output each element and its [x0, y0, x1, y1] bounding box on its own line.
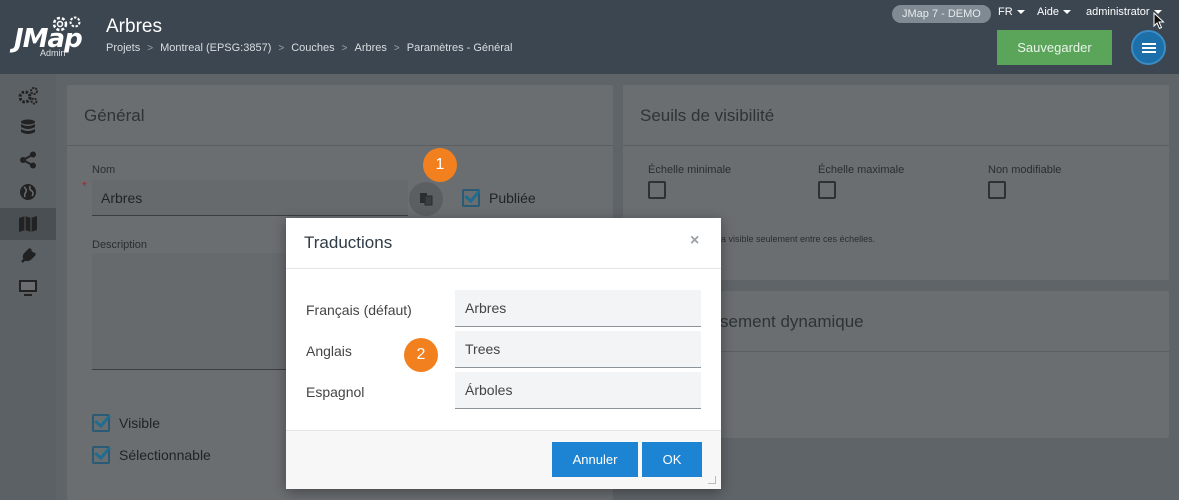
- close-icon[interactable]: ×: [690, 232, 699, 250]
- min-scale-label: Échelle minimale: [648, 164, 732, 176]
- map-icon: [19, 216, 37, 232]
- sidebar: [0, 74, 56, 500]
- jmap-logo[interactable]: JMap Admin: [14, 14, 88, 60]
- dialog-header: Traductions ×: [286, 218, 721, 269]
- spanish-input[interactable]: Árboles: [455, 372, 701, 409]
- gears-icon: [18, 87, 38, 105]
- sidebar-item-globe[interactable]: [0, 176, 56, 208]
- min-scale-checkbox[interactable]: [648, 181, 666, 199]
- chevron-right-icon: >: [278, 42, 285, 54]
- divider: [623, 145, 1169, 146]
- top-header: JMap Admin Arbres Projets > Montreal (EP…: [0, 0, 1179, 74]
- breadcrumb-current: Paramètres - Général: [406, 42, 513, 54]
- breadcrumb-projets[interactable]: Projets: [106, 42, 140, 54]
- sidebar-item-database[interactable]: [0, 112, 56, 144]
- selectable-label: Sélectionnable: [119, 447, 211, 463]
- description-label: Description: [92, 239, 148, 251]
- user-menu[interactable]: administrator: [1086, 6, 1162, 18]
- breadcrumb-couches[interactable]: Couches: [291, 42, 334, 54]
- divider: [67, 145, 613, 146]
- non-editable-checkbox[interactable]: [988, 181, 1006, 199]
- published-checkbox[interactable]: [462, 189, 480, 207]
- visible-checkbox[interactable]: [92, 414, 110, 432]
- visible-label: Visible: [119, 415, 160, 431]
- hamburger-menu-button[interactable]: [1131, 30, 1166, 65]
- breadcrumb-project[interactable]: Montreal (EPSG:3857): [160, 42, 271, 54]
- panel-title-general: Général: [84, 106, 145, 125]
- required-asterisk-icon: *: [82, 179, 87, 193]
- chevron-right-icon: >: [341, 42, 348, 54]
- resize-handle-icon[interactable]: [708, 476, 716, 484]
- breadcrumb: Projets > Montreal (EPSG:3857) > Couches…: [106, 42, 513, 54]
- dialog-title: Traductions: [304, 233, 393, 252]
- english-input[interactable]: Trees: [455, 331, 701, 368]
- french-label: Français (défaut): [306, 302, 412, 318]
- name-input-value: Arbres: [101, 190, 143, 206]
- caret-down-icon: [1016, 10, 1025, 14]
- help-label: Aide: [1037, 6, 1060, 18]
- sidebar-item-settings[interactable]: [0, 80, 56, 112]
- page-title: Arbres: [106, 16, 162, 37]
- globe-icon: [20, 184, 36, 200]
- translate-icon: [420, 193, 433, 206]
- sidebar-item-map[interactable]: [0, 208, 56, 240]
- mouse-cursor-icon: [1153, 12, 1165, 30]
- step-marker-2: 2: [404, 338, 438, 372]
- max-scale-label: Échelle maximale: [818, 164, 905, 176]
- ok-button[interactable]: OK: [642, 442, 702, 477]
- sidebar-item-display[interactable]: [0, 272, 56, 304]
- language-label: FR: [998, 6, 1013, 18]
- selectable-checkbox[interactable]: [92, 446, 110, 464]
- save-button[interactable]: Sauvegarder: [997, 30, 1112, 65]
- published-label: Publiée: [489, 190, 536, 206]
- language-menu[interactable]: FR: [998, 6, 1025, 18]
- user-label: administrator: [1086, 6, 1150, 18]
- panel-title-dynamic: sement dynamique: [720, 312, 864, 331]
- chevron-right-icon: >: [147, 42, 154, 54]
- sidebar-item-plugins[interactable]: [0, 240, 56, 272]
- logo-subtext: Admin: [40, 48, 66, 58]
- description-textarea[interactable]: [92, 253, 292, 370]
- name-label: Nom: [92, 164, 116, 176]
- share-icon: [20, 151, 36, 169]
- english-label: Anglais: [306, 343, 352, 359]
- step-marker-1: 1: [423, 148, 457, 182]
- caret-down-icon: [1063, 10, 1072, 14]
- cancel-button[interactable]: Annuler: [552, 442, 638, 477]
- breadcrumb-layer[interactable]: Arbres: [354, 42, 386, 54]
- visibility-hint: a visible seulement entre ces échelles.: [721, 234, 876, 244]
- non-editable-label: Non modifiable: [988, 164, 1062, 176]
- translations-dialog: Traductions × Français (défaut) Arbres A…: [286, 218, 721, 489]
- plug-icon: [21, 248, 36, 263]
- french-input[interactable]: Arbres: [455, 290, 701, 327]
- max-scale-checkbox[interactable]: [818, 181, 836, 199]
- chevron-right-icon: >: [393, 42, 400, 54]
- panel-title-visibility: Seuils de visibilité: [640, 106, 775, 125]
- name-input[interactable]: Arbres: [92, 180, 408, 216]
- database-icon: [21, 119, 35, 134]
- hamburger-icon: [1141, 46, 1156, 49]
- sidebar-item-share[interactable]: [0, 144, 56, 176]
- translate-button[interactable]: [409, 182, 443, 216]
- monitor-icon: [19, 280, 37, 296]
- spanish-label: Espagnol: [306, 384, 365, 400]
- environment-badge: JMap 7 - DEMO: [892, 5, 991, 23]
- help-menu[interactable]: Aide: [1037, 6, 1072, 18]
